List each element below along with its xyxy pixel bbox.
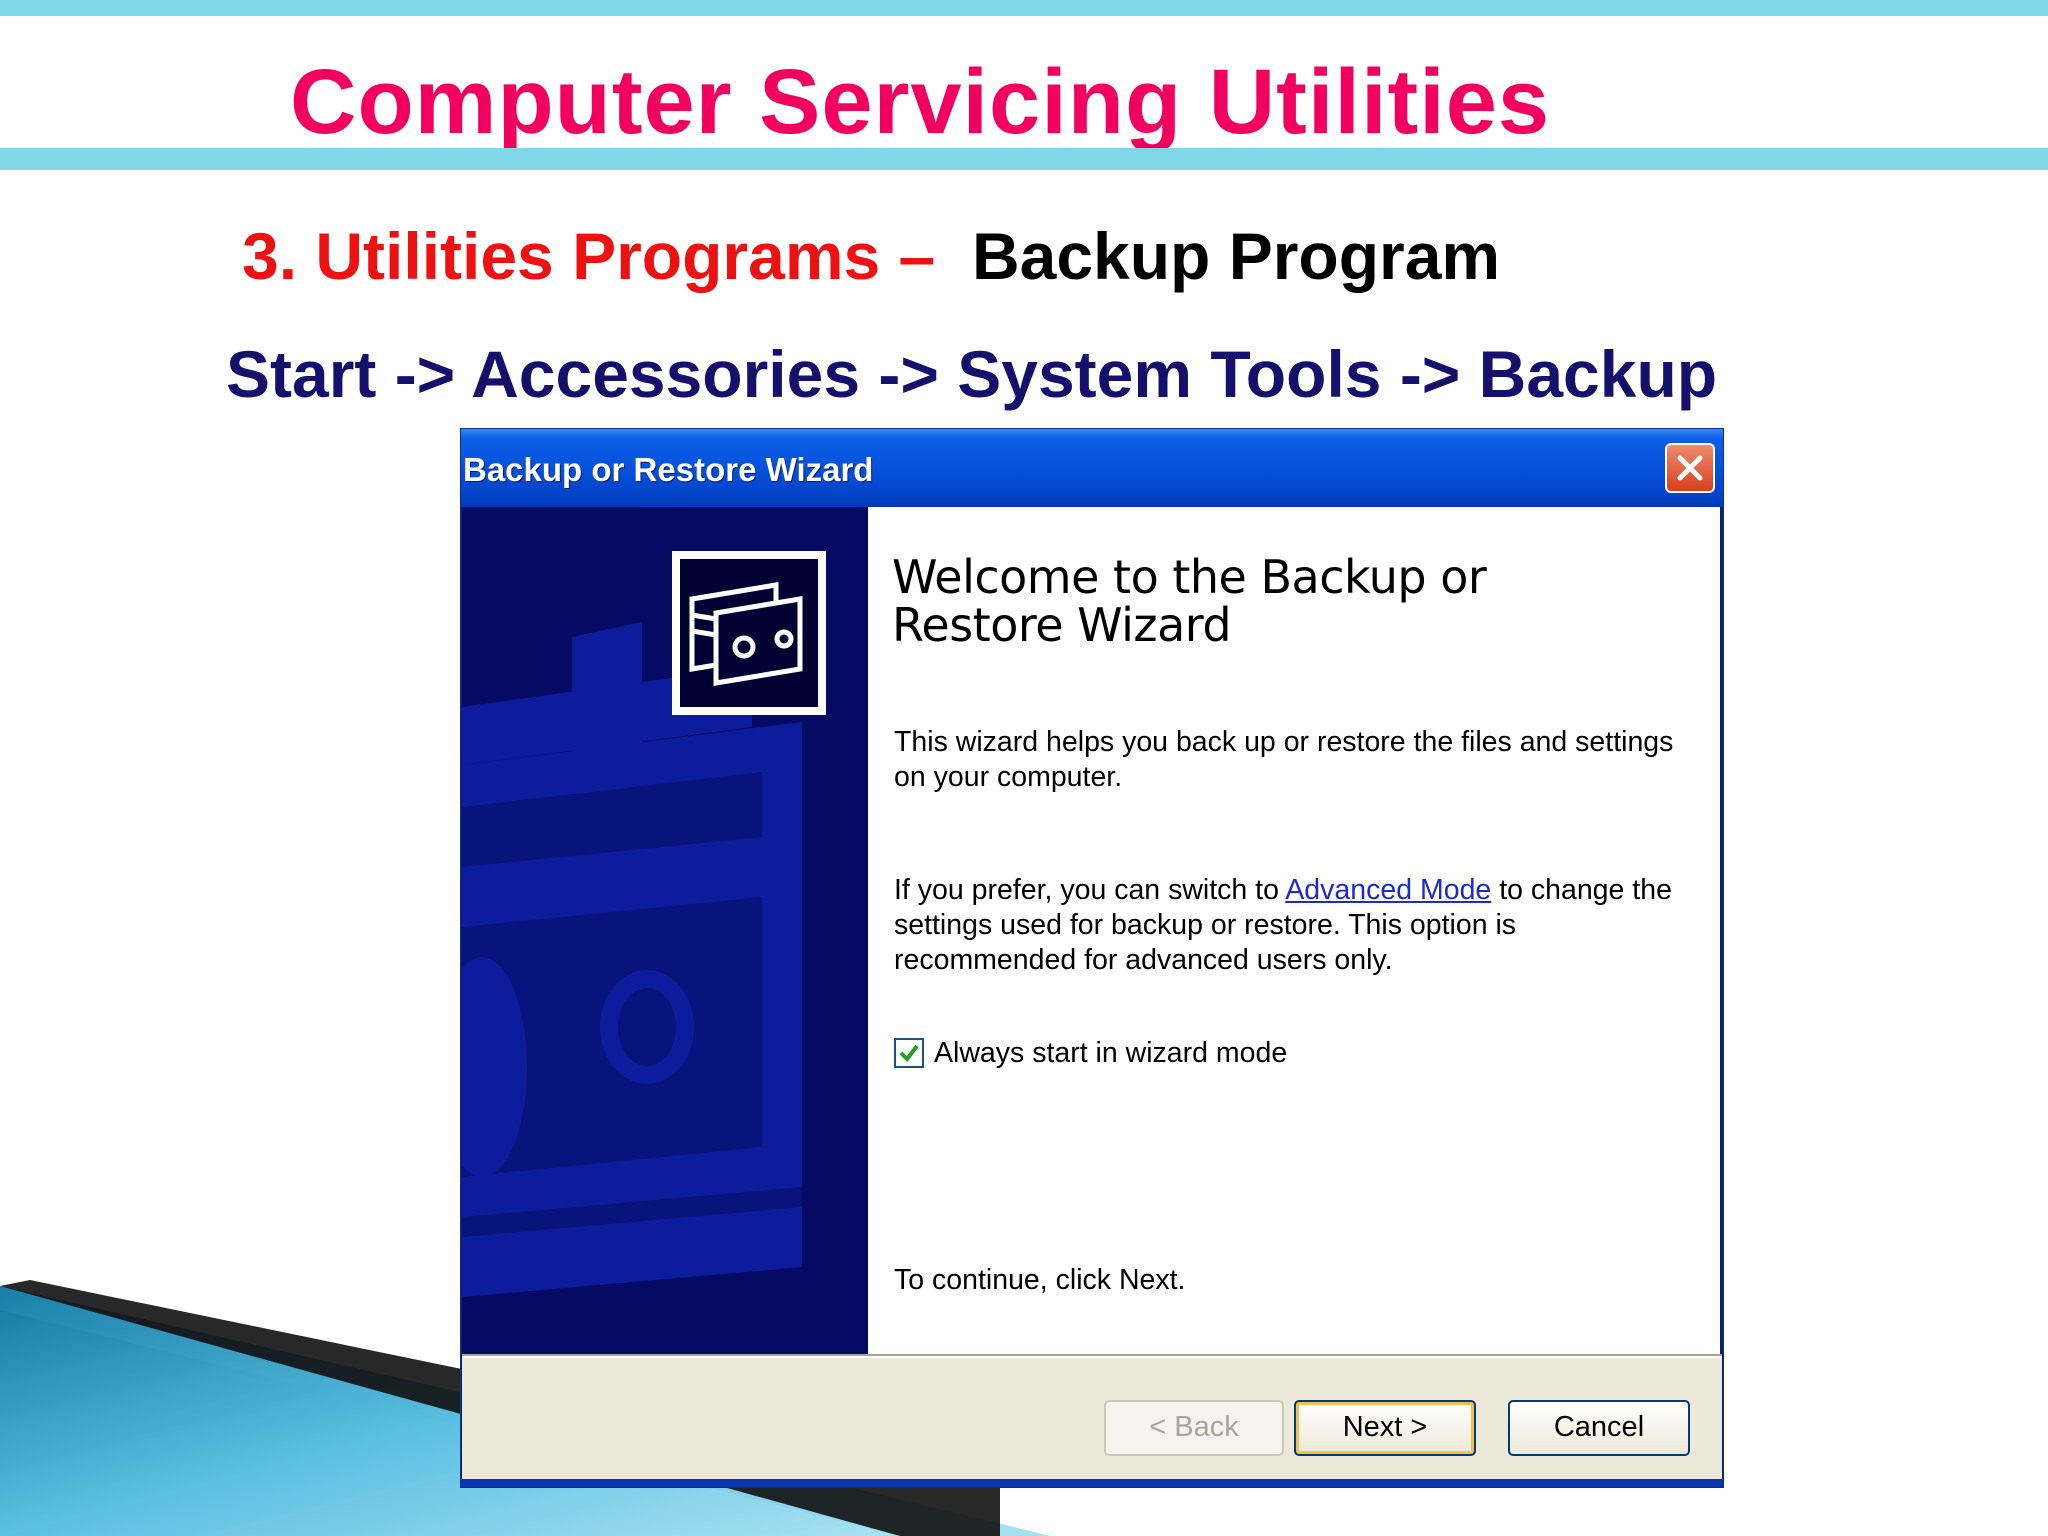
- window-title: Backup or Restore Wizard: [463, 451, 874, 488]
- advanced-mode-text: If you prefer, you can switch to Advance…: [894, 873, 1694, 978]
- checkmark-icon: [899, 1044, 919, 1063]
- wizard-content: Welcome to the Backup or Restore Wizard …: [868, 507, 1720, 1355]
- advanced-text-before: If you prefer, you can switch to: [894, 874, 1286, 906]
- slide-title: Computer Servicing Utilities: [290, 51, 1551, 153]
- welcome-heading: Welcome to the Backup or Restore Wizard: [892, 550, 1487, 652]
- continue-text: To continue, click Next.: [894, 1264, 1186, 1296]
- top-accent-bar: [0, 0, 2048, 16]
- close-icon: [1677, 455, 1703, 481]
- backup-restore-wizard-window: Backup or Restore Wizard Welcome to the …: [460, 428, 1724, 1488]
- window-titlebar[interactable]: Backup or Restore Wizard: [461, 429, 1723, 507]
- subtitle-section: 3. Utilities Programs –: [242, 219, 936, 293]
- intro-text: This wizard helps you back up or restore…: [894, 726, 1674, 793]
- wizard-mode-label[interactable]: Always start in wizard mode: [934, 1037, 1287, 1070]
- close-button[interactable]: [1665, 443, 1715, 493]
- subtitle-topic: Backup Program: [971, 219, 1501, 293]
- cancel-button[interactable]: Cancel: [1508, 1400, 1690, 1456]
- wizard-button-bar: < Back Next > Cancel: [462, 1354, 1722, 1482]
- wizard-side-panel: [462, 507, 868, 1355]
- navigation-path: Start -> Accessories -> System Tools -> …: [226, 337, 1718, 411]
- title-underline-bar: [0, 148, 2048, 170]
- advanced-mode-link[interactable]: Advanced Mode: [1285, 874, 1491, 906]
- wizard-mode-option: Always start in wizard mode: [894, 1035, 1287, 1071]
- backup-wizard-icon: [672, 551, 826, 715]
- wizard-mode-checkbox[interactable]: [894, 1038, 924, 1068]
- back-button[interactable]: < Back: [1104, 1400, 1284, 1456]
- window-bottom-border: [461, 1479, 1723, 1487]
- next-button[interactable]: Next >: [1294, 1400, 1476, 1456]
- slide-subtitle: 3. Utilities Programs – Backup Program: [242, 218, 1500, 294]
